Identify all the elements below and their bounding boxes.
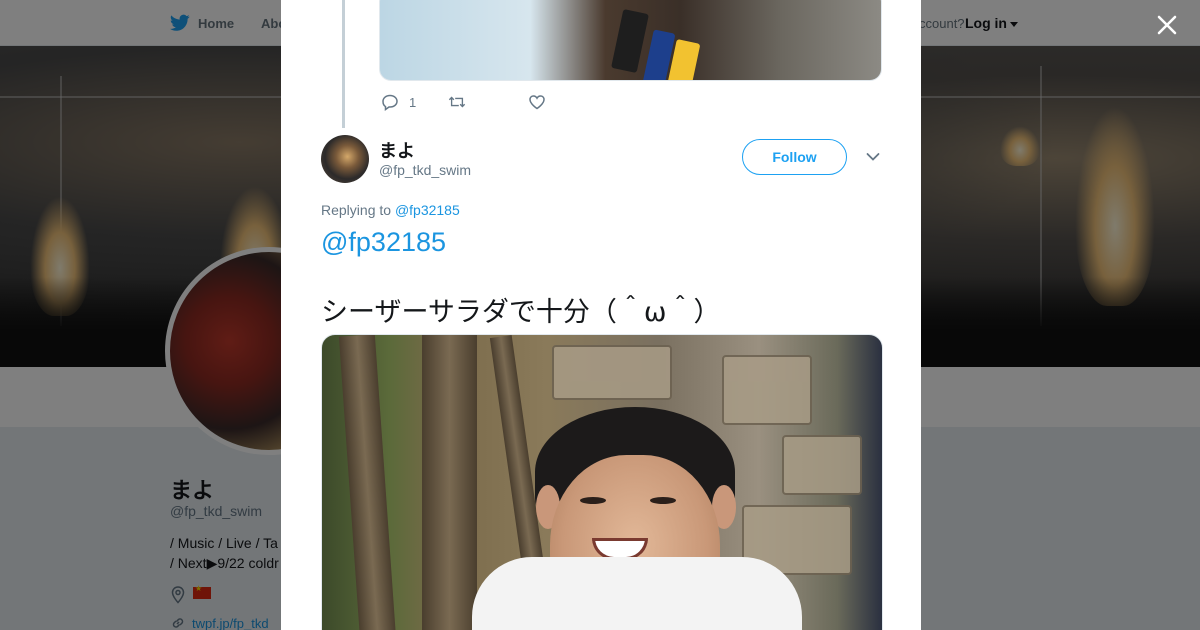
reply-button[interactable]: 1 bbox=[381, 93, 416, 111]
previous-tweet-photo[interactable] bbox=[379, 0, 882, 81]
replying-to-link[interactable]: @fp32185 bbox=[395, 202, 460, 218]
retweet-button[interactable] bbox=[448, 93, 466, 111]
tweet-mention-link[interactable]: @fp32185 bbox=[321, 227, 446, 258]
follow-button[interactable]: Follow bbox=[742, 139, 847, 175]
previous-tweet-actions: 1 bbox=[381, 93, 574, 111]
author-handle[interactable]: @fp_tkd_swim bbox=[379, 162, 471, 178]
like-button[interactable] bbox=[528, 93, 546, 111]
thread-connector-line bbox=[342, 0, 345, 128]
tweet-modal: 1 まよ @fp_tkd_swim Follow Replying to @fp… bbox=[281, 0, 921, 630]
close-icon[interactable] bbox=[1152, 10, 1182, 40]
reply-icon bbox=[382, 94, 398, 111]
author-name[interactable]: まよ bbox=[379, 137, 415, 163]
replying-prefix: Replying to bbox=[321, 202, 392, 218]
reply-count: 1 bbox=[409, 94, 417, 110]
tweet-photo[interactable] bbox=[321, 334, 883, 630]
tweet-author-header: まよ @fp_tkd_swim Follow bbox=[321, 135, 881, 185]
retweet-icon bbox=[449, 96, 466, 108]
tweet-text: シーザーサラダで十分（＾ω＾） bbox=[321, 297, 721, 328]
author-avatar[interactable] bbox=[321, 135, 369, 183]
heart-icon bbox=[529, 95, 545, 110]
replying-to-line: Replying to @fp32185 bbox=[321, 202, 460, 218]
chevron-down-icon[interactable] bbox=[866, 152, 880, 162]
